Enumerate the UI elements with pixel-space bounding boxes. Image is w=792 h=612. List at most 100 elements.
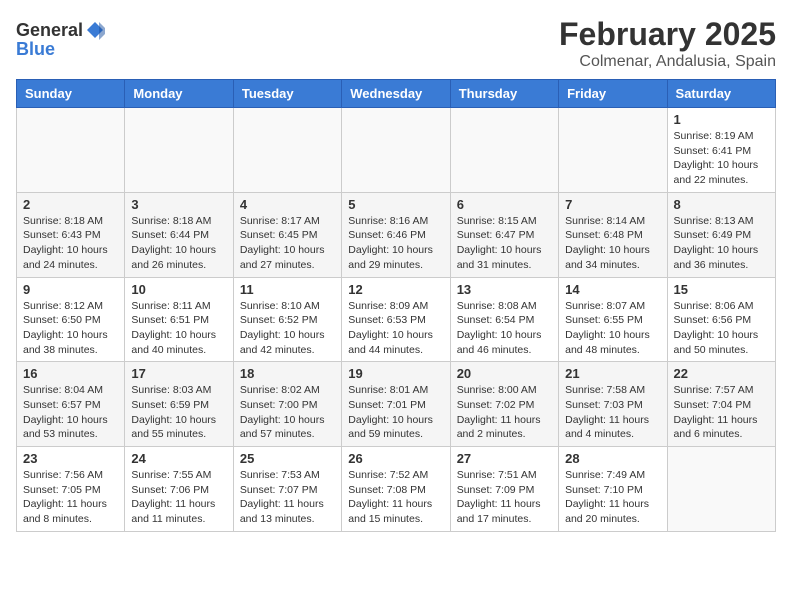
day-number: 13 <box>457 282 552 297</box>
weekday-header-sunday: Sunday <box>17 80 125 108</box>
title-area: February 2025 Colmenar, Andalusia, Spain <box>559 16 776 71</box>
calendar-cell <box>559 108 667 193</box>
calendar-cell: 7 Sunrise: 8:14 AM Sunset: 6:48 PM Daylig… <box>559 192 667 277</box>
calendar-cell: 8 Sunrise: 8:13 AM Sunset: 6:49 PM Daylig… <box>667 192 775 277</box>
calendar-cell: 6Sunrise: 8:15 AM Sunset: 6:47 PM Daylig… <box>450 192 558 277</box>
day-number: 7 <box>565 197 660 212</box>
day-info: Sunrise: 8:16 AM Sunset: 6:46 PM Dayligh… <box>348 214 443 273</box>
day-number: 27 <box>457 451 552 466</box>
calendar-cell: 3 Sunrise: 8:18 AM Sunset: 6:44 PM Daylig… <box>125 192 233 277</box>
day-info: Sunrise: 8:03 AM Sunset: 6:59 PM Dayligh… <box>131 383 226 442</box>
day-number: 10 <box>131 282 226 297</box>
day-info: Sunrise: 8:19 AM Sunset: 6:41 PM Dayligh… <box>674 129 769 188</box>
calendar-cell: 23Sunrise: 7:56 AM Sunset: 7:05 PM Dayli… <box>17 447 125 532</box>
day-number: 19 <box>348 366 443 381</box>
day-number: 24 <box>131 451 226 466</box>
day-info: Sunrise: 8:06 AM Sunset: 6:56 PM Dayligh… <box>674 299 769 358</box>
calendar-cell: 15Sunrise: 8:06 AM Sunset: 6:56 PM Dayli… <box>667 277 775 362</box>
logo: General Blue <box>16 20 105 60</box>
day-number: 14 <box>565 282 660 297</box>
logo-general: General <box>16 21 83 39</box>
calendar-cell: 27 Sunrise: 7:51 AM Sunset: 7:09 PM Dayli… <box>450 447 558 532</box>
day-info: Sunrise: 8:07 AM Sunset: 6:55 PM Dayligh… <box>565 299 660 358</box>
day-info: Sunrise: 7:52 AM Sunset: 7:08 PM Dayligh… <box>348 468 443 527</box>
calendar-cell: 2Sunrise: 8:18 AM Sunset: 6:43 PM Daylig… <box>17 192 125 277</box>
day-number: 28 <box>565 451 660 466</box>
calendar-cell: 5 Sunrise: 8:16 AM Sunset: 6:46 PM Daylig… <box>342 192 450 277</box>
day-info: Sunrise: 8:17 AM Sunset: 6:45 PM Dayligh… <box>240 214 335 273</box>
calendar-cell: 13 Sunrise: 8:08 AM Sunset: 6:54 PM Dayli… <box>450 277 558 362</box>
weekday-header-friday: Friday <box>559 80 667 108</box>
calendar-cell: 11Sunrise: 8:10 AM Sunset: 6:52 PM Dayli… <box>233 277 341 362</box>
calendar-cell: 24 Sunrise: 7:55 AM Sunset: 7:06 PM Dayli… <box>125 447 233 532</box>
weekday-header-monday: Monday <box>125 80 233 108</box>
logo-blue: Blue <box>16 39 55 59</box>
calendar-cell: 16 Sunrise: 8:04 AM Sunset: 6:57 PM Dayli… <box>17 362 125 447</box>
day-number: 4 <box>240 197 335 212</box>
weekday-header-tuesday: Tuesday <box>233 80 341 108</box>
calendar-cell: 17 Sunrise: 8:03 AM Sunset: 6:59 PM Dayli… <box>125 362 233 447</box>
day-info: Sunrise: 7:58 AM Sunset: 7:03 PM Dayligh… <box>565 383 660 442</box>
day-info: Sunrise: 8:04 AM Sunset: 6:57 PM Dayligh… <box>23 383 118 442</box>
day-info: Sunrise: 7:57 AM Sunset: 7:04 PM Dayligh… <box>674 383 769 442</box>
day-number: 11 <box>240 282 335 297</box>
weekday-header-wednesday: Wednesday <box>342 80 450 108</box>
calendar-cell: 25Sunrise: 7:53 AM Sunset: 7:07 PM Dayli… <box>233 447 341 532</box>
calendar-cell <box>17 108 125 193</box>
day-number: 5 <box>348 197 443 212</box>
day-number: 21 <box>565 366 660 381</box>
day-number: 1 <box>674 112 769 127</box>
day-info: Sunrise: 8:02 AM Sunset: 7:00 PM Dayligh… <box>240 383 335 442</box>
calendar-body: 1 Sunrise: 8:19 AM Sunset: 6:41 PM Daylig… <box>17 108 776 532</box>
day-number: 25 <box>240 451 335 466</box>
day-number: 20 <box>457 366 552 381</box>
calendar-cell: 1 Sunrise: 8:19 AM Sunset: 6:41 PM Daylig… <box>667 108 775 193</box>
calendar-cell <box>125 108 233 193</box>
day-number: 22 <box>674 366 769 381</box>
day-info: Sunrise: 8:11 AM Sunset: 6:51 PM Dayligh… <box>131 299 226 358</box>
calendar-cell: 12 Sunrise: 8:09 AM Sunset: 6:53 PM Dayli… <box>342 277 450 362</box>
location-title: Colmenar, Andalusia, Spain <box>559 53 776 71</box>
day-info: Sunrise: 8:12 AM Sunset: 6:50 PM Dayligh… <box>23 299 118 358</box>
calendar-cell: 21 Sunrise: 7:58 AM Sunset: 7:03 PM Dayli… <box>559 362 667 447</box>
day-number: 16 <box>23 366 118 381</box>
calendar-cell: 18Sunrise: 8:02 AM Sunset: 7:00 PM Dayli… <box>233 362 341 447</box>
day-info: Sunrise: 8:15 AM Sunset: 6:47 PM Dayligh… <box>457 214 552 273</box>
calendar-cell <box>233 108 341 193</box>
week-row-1: 1 Sunrise: 8:19 AM Sunset: 6:41 PM Daylig… <box>17 108 776 193</box>
calendar-cell: 19Sunrise: 8:01 AM Sunset: 7:01 PM Dayli… <box>342 362 450 447</box>
week-row-5: 23Sunrise: 7:56 AM Sunset: 7:05 PM Dayli… <box>17 447 776 532</box>
day-info: Sunrise: 8:18 AM Sunset: 6:44 PM Dayligh… <box>131 214 226 273</box>
week-row-4: 16 Sunrise: 8:04 AM Sunset: 6:57 PM Dayli… <box>17 362 776 447</box>
day-number: 3 <box>131 197 226 212</box>
day-info: Sunrise: 8:08 AM Sunset: 6:54 PM Dayligh… <box>457 299 552 358</box>
calendar-cell: 10 Sunrise: 8:11 AM Sunset: 6:51 PM Dayli… <box>125 277 233 362</box>
page-header: General Blue February 2025 Colmenar, And… <box>16 16 776 71</box>
day-info: Sunrise: 7:49 AM Sunset: 7:10 PM Dayligh… <box>565 468 660 527</box>
calendar-cell: 22 Sunrise: 7:57 AM Sunset: 7:04 PM Dayli… <box>667 362 775 447</box>
day-number: 2 <box>23 197 118 212</box>
month-title: February 2025 <box>559 16 776 53</box>
calendar-cell: 20 Sunrise: 8:00 AM Sunset: 7:02 PM Dayli… <box>450 362 558 447</box>
day-number: 26 <box>348 451 443 466</box>
week-row-3: 9Sunrise: 8:12 AM Sunset: 6:50 PM Daylig… <box>17 277 776 362</box>
day-info: Sunrise: 7:55 AM Sunset: 7:06 PM Dayligh… <box>131 468 226 527</box>
day-info: Sunrise: 8:09 AM Sunset: 6:53 PM Dayligh… <box>348 299 443 358</box>
calendar-cell: 9Sunrise: 8:12 AM Sunset: 6:50 PM Daylig… <box>17 277 125 362</box>
week-row-2: 2Sunrise: 8:18 AM Sunset: 6:43 PM Daylig… <box>17 192 776 277</box>
calendar-cell <box>450 108 558 193</box>
day-info: Sunrise: 8:00 AM Sunset: 7:02 PM Dayligh… <box>457 383 552 442</box>
day-number: 8 <box>674 197 769 212</box>
weekday-header-saturday: Saturday <box>667 80 775 108</box>
day-number: 12 <box>348 282 443 297</box>
calendar-cell <box>667 447 775 532</box>
calendar-cell <box>342 108 450 193</box>
day-info: Sunrise: 8:13 AM Sunset: 6:49 PM Dayligh… <box>674 214 769 273</box>
day-number: 23 <box>23 451 118 466</box>
calendar-cell: 14 Sunrise: 8:07 AM Sunset: 6:55 PM Dayli… <box>559 277 667 362</box>
calendar-table: SundayMondayTuesdayWednesdayThursdayFrid… <box>16 79 776 532</box>
day-info: Sunrise: 8:14 AM Sunset: 6:48 PM Dayligh… <box>565 214 660 273</box>
day-number: 17 <box>131 366 226 381</box>
day-info: Sunrise: 7:51 AM Sunset: 7:09 PM Dayligh… <box>457 468 552 527</box>
logo-icon <box>85 20 105 40</box>
